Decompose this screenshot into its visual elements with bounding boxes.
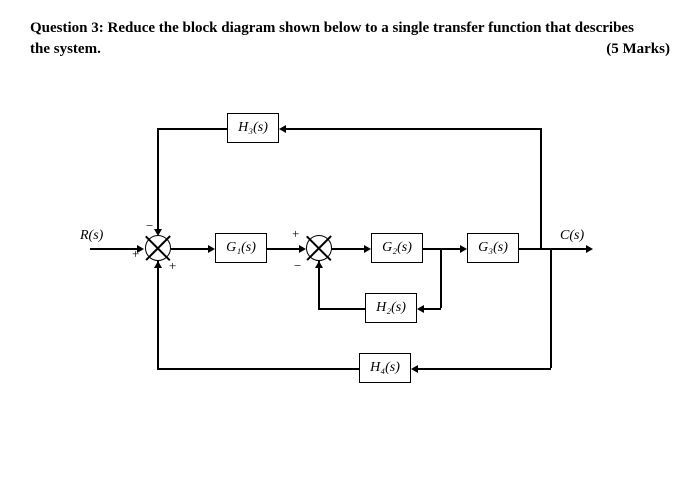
line-h3-up: [540, 128, 542, 248]
line-g1-sum2: [267, 248, 302, 250]
sign-sum1-left: +: [132, 246, 139, 262]
question-header: Question 3: Reduce the block diagram sho…: [30, 20, 670, 37]
question-marks: (5 Marks): [606, 41, 670, 58]
line-h3-top-right: [285, 128, 541, 130]
question-system: the system.: [30, 41, 101, 58]
line-output: [519, 248, 589, 250]
line-h2-down: [440, 248, 442, 308]
arrow-output: [586, 245, 593, 253]
arrow-h2-in: [417, 305, 424, 313]
question-line2: the system. (5 Marks): [30, 41, 670, 58]
arrow-h2-sum2: [315, 261, 323, 268]
sign-sum1-bottom: +: [169, 258, 176, 274]
arrow-h4-in: [411, 365, 418, 373]
line-h4-left: [157, 368, 359, 370]
line-h2-up: [318, 261, 320, 309]
arrow-h4-sum1: [154, 261, 162, 268]
block-h2: H₂(s): [365, 293, 417, 323]
summing-junction-1: [145, 235, 171, 261]
sign-sum2-bottom: −: [294, 258, 301, 274]
sign-sum1-top: −: [146, 218, 153, 234]
arrow-h3-sum1: [154, 229, 162, 236]
line-h2-right: [423, 308, 441, 310]
summing-junction-2: [306, 235, 332, 261]
sign-sum2-top: +: [292, 226, 299, 242]
line-h3-down: [157, 128, 159, 233]
page: Question 3: Reduce the block diagram sho…: [0, 0, 700, 448]
arrow-g1-in: [208, 245, 215, 253]
block-g1: G₁(s): [215, 233, 267, 263]
block-h3: H₃(s): [227, 113, 279, 143]
block-g2: G₂(s): [371, 233, 423, 263]
block-diagram: R(s) + − + G₁(s) + − G₂(s) G₃(s): [90, 78, 610, 428]
output-label: C(s): [560, 228, 584, 244]
arrow-g2-in: [364, 245, 371, 253]
line-h4-up: [157, 261, 159, 369]
line-h2-left: [318, 308, 365, 310]
block-h4: H₄(s): [359, 353, 411, 383]
arrow-g3-in: [460, 245, 467, 253]
line-h3-top-left: [157, 128, 227, 130]
input-label: R(s): [80, 228, 103, 244]
block-g3: G₃(s): [467, 233, 519, 263]
line-h4-right: [417, 368, 551, 370]
arrow-h3-in: [279, 125, 286, 133]
line-sum2-g2: [332, 248, 367, 250]
line-g2-g3: [423, 248, 463, 250]
question-text: Reduce the block diagram shown below to …: [108, 20, 634, 36]
line-sum1-g1: [171, 248, 211, 250]
question-prefix: Question 3:: [30, 20, 104, 36]
arrow-sum2-in: [299, 245, 306, 253]
line-h4-down: [550, 248, 552, 368]
